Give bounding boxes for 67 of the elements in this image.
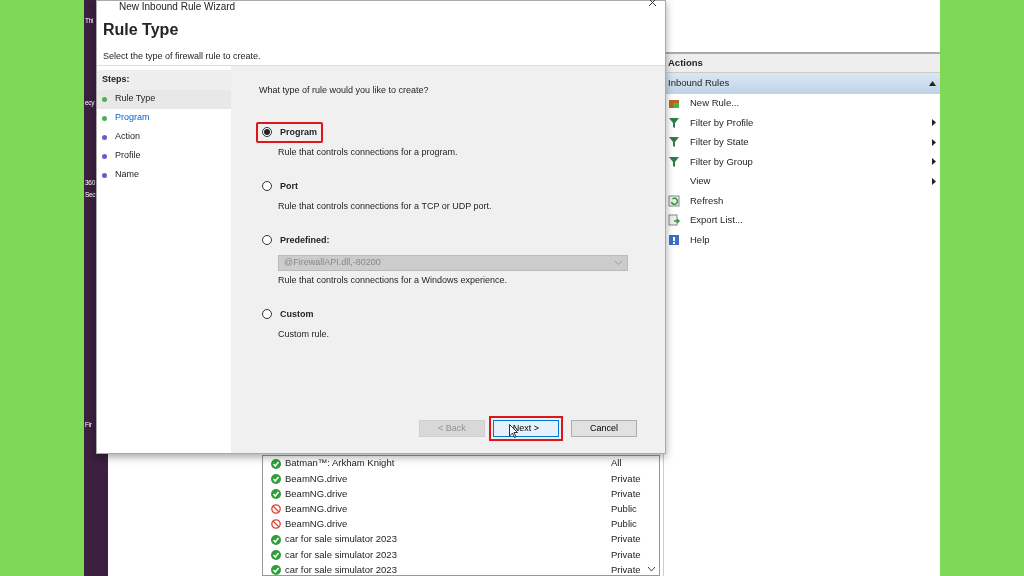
submenu-arrow-icon bbox=[932, 177, 936, 185]
help-icon bbox=[668, 233, 680, 246]
action-label: Filter by State bbox=[690, 135, 750, 150]
filter-icon bbox=[668, 116, 680, 129]
action-menu-entry[interactable]: New Rule... bbox=[664, 93, 940, 113]
option-description: Rule that controls connections for a program. bbox=[278, 146, 459, 159]
wizard-button[interactable]: Cancel bbox=[571, 420, 637, 437]
step-item[interactable]: Action bbox=[97, 127, 231, 147]
action-label: Filter by Group bbox=[690, 154, 754, 169]
action-menu-entry[interactable]: Filter by Profile bbox=[664, 113, 940, 133]
rule-profile: Private bbox=[611, 486, 642, 501]
action-label: Export List... bbox=[690, 213, 744, 228]
filter-icon bbox=[668, 155, 680, 168]
rule-profile: Private bbox=[611, 562, 642, 576]
action-menu-entry[interactable]: View bbox=[664, 171, 940, 191]
window-title: New Inbound Rule Wizard bbox=[119, 1, 236, 12]
rule-name: car for sale simulator 2023 bbox=[285, 547, 397, 562]
action-label: New Rule... bbox=[690, 96, 741, 111]
option-description: Rule that controls connections for a TCP or UDP port. bbox=[278, 200, 493, 213]
rule-profile: Public bbox=[611, 502, 638, 517]
wizard-button: < Back bbox=[419, 420, 485, 437]
close-icon[interactable] bbox=[648, 0, 657, 7]
step-item[interactable]: Program bbox=[97, 108, 231, 128]
rule-name: car for sale simulator 2023 bbox=[285, 562, 397, 576]
section-header[interactable]: Inbound Rules bbox=[664, 73, 940, 94]
option-description: Custom rule. bbox=[278, 328, 331, 341]
submenu-arrow-icon bbox=[932, 119, 936, 127]
export-icon bbox=[668, 214, 680, 227]
action-menu-entry[interactable]: Export List... bbox=[664, 210, 940, 230]
dropdown-chevron-icon bbox=[615, 261, 622, 265]
step-item[interactable]: Profile bbox=[97, 146, 231, 166]
pane-title: Actions bbox=[664, 52, 940, 74]
radio-option[interactable]: Custom bbox=[256, 303, 320, 325]
radio-option[interactable]: Predefined: bbox=[256, 229, 336, 251]
rule-profile: Private bbox=[611, 547, 642, 562]
radio-option[interactable]: Port bbox=[256, 175, 304, 197]
rule-profile: Private bbox=[611, 532, 642, 547]
action-label: Help bbox=[690, 232, 711, 247]
steps-heading: Steps: bbox=[97, 70, 231, 90]
section-title: Inbound Rules bbox=[668, 76, 730, 91]
action-label: Filter by Profile bbox=[690, 115, 755, 130]
rule-profile: Public bbox=[611, 517, 638, 532]
rule-name: BeamNG.drive bbox=[285, 471, 348, 486]
action-menu-entry[interactable]: Filter by State bbox=[664, 132, 940, 152]
option-description: Rule that controls connections for a Windows experience. bbox=[278, 274, 509, 287]
rule-name: BeamNG.drive bbox=[285, 486, 348, 501]
action-menu-entry[interactable]: Refresh bbox=[664, 191, 940, 211]
submenu-arrow-icon bbox=[932, 158, 936, 166]
rule-profile: All bbox=[611, 456, 623, 471]
action-label: View bbox=[690, 174, 712, 189]
submenu-arrow-icon bbox=[932, 138, 936, 146]
rule-name: BeamNG.drive bbox=[285, 517, 348, 532]
page-heading: Rule Type bbox=[103, 20, 180, 40]
action-label: Refresh bbox=[690, 193, 725, 208]
rule-profile: Private bbox=[611, 471, 642, 486]
action-menu-entry[interactable]: Help bbox=[664, 230, 940, 250]
question-text: What type of rule would you like to create? bbox=[259, 84, 430, 97]
refresh-icon bbox=[668, 194, 680, 207]
step-item[interactable]: Name bbox=[97, 165, 231, 185]
radio-option[interactable]: Program bbox=[256, 121, 323, 143]
rule-name: BeamNG.drive bbox=[285, 502, 348, 517]
rule-name: car for sale simulator 2023 bbox=[285, 532, 397, 547]
rule-name: Batman™: Arkham Knight bbox=[285, 456, 395, 471]
scroll-down-icon bbox=[648, 567, 655, 572]
page-subtitle: Select the type of firewall rule to create. bbox=[103, 50, 262, 63]
filter-icon bbox=[668, 136, 680, 149]
action-menu-entry[interactable]: Filter by Group bbox=[664, 152, 940, 172]
